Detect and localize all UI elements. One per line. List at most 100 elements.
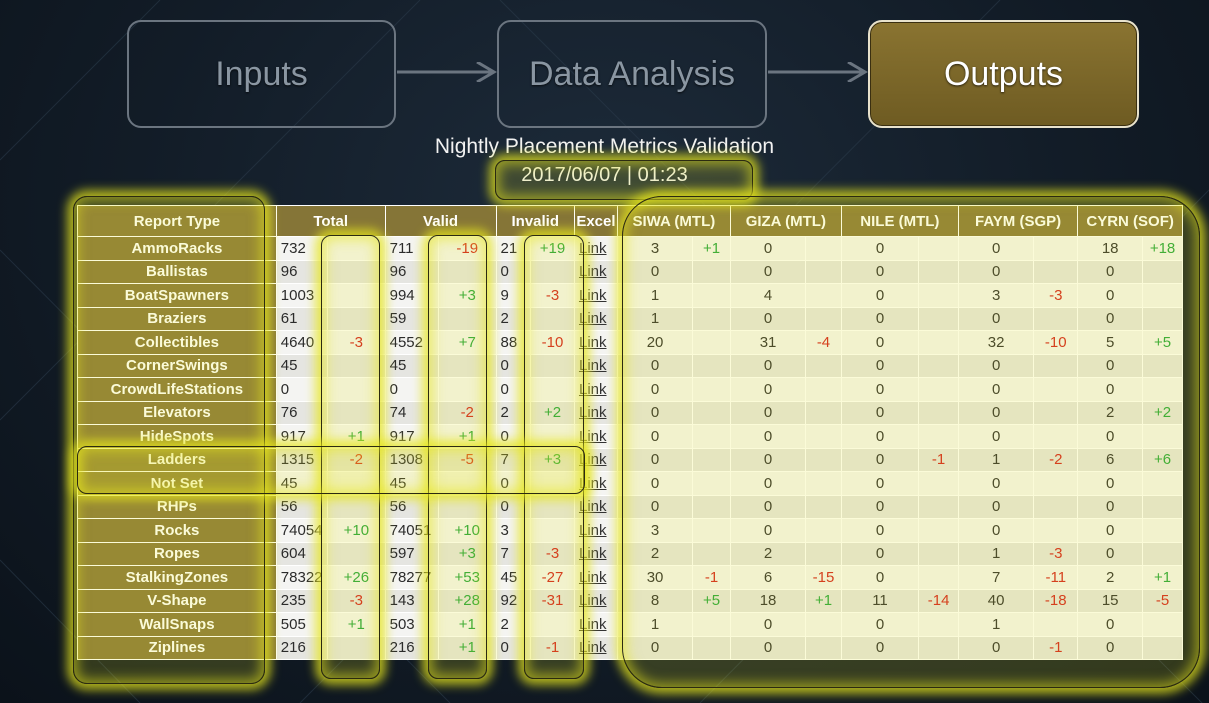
excel-link[interactable]: Link <box>573 447 618 472</box>
siwa-delta-cell <box>692 541 731 566</box>
invalid-delta-cell <box>530 471 575 496</box>
report-type-cell: WallSnaps <box>77 612 277 637</box>
total-cell: 45 <box>275 353 329 378</box>
siwa-cell: 0 <box>616 353 694 378</box>
excel-link[interactable]: Link <box>573 259 618 284</box>
col-report-type[interactable]: Report Type <box>77 205 277 237</box>
excel-link[interactable]: Link <box>573 541 618 566</box>
faym-cell: 0 <box>957 353 1035 378</box>
col-cyrn[interactable]: CYRN (SOF) <box>1077 205 1183 237</box>
nile-delta-cell <box>918 494 959 519</box>
excel-link[interactable]: Link <box>573 377 618 402</box>
nile-delta-cell <box>918 518 959 543</box>
report-date: 2017/06/07 | 01:23 <box>521 164 688 186</box>
total-delta-cell: +1 <box>327 612 386 637</box>
excel-link[interactable]: Link <box>573 565 618 590</box>
siwa-cell: 0 <box>616 424 694 449</box>
excel-link[interactable]: Link <box>573 330 618 355</box>
col-total[interactable]: Total <box>275 205 386 237</box>
col-giza[interactable]: GIZA (MTL) <box>729 205 842 237</box>
flow-step-data-analysis[interactable]: Data Analysis <box>497 20 767 128</box>
report-type-cell: Not Set <box>77 471 277 496</box>
siwa-cell: 20 <box>616 330 694 355</box>
nile-delta-cell <box>918 306 959 331</box>
flow-step-outputs[interactable]: Outputs <box>868 20 1139 128</box>
total-delta-cell <box>327 236 386 261</box>
table-row: Collectibles 4640 -3 4552 +7 88 -10 Link 20 31 -4 0… <box>77 330 1183 355</box>
excel-link[interactable]: Link <box>573 518 618 543</box>
siwa-delta-cell <box>692 494 731 519</box>
col-excel[interactable]: Excel <box>573 205 618 237</box>
invalid-cell: 0 <box>495 377 532 402</box>
invalid-delta-cell <box>530 424 575 449</box>
excel-link[interactable]: Link <box>573 353 618 378</box>
total-delta-cell <box>327 471 386 496</box>
col-faym[interactable]: FAYM (SGP) <box>957 205 1079 237</box>
giza-delta-cell <box>805 400 842 425</box>
invalid-cell: 45 <box>495 565 532 590</box>
table-row: CrowdLifeStations 0 0 0 Link 0 0 0 0 0 <box>77 377 1183 402</box>
report-type-cell: BoatSpawners <box>77 283 277 308</box>
cyrn-delta-cell <box>1142 494 1183 519</box>
invalid-cell: 7 <box>495 541 532 566</box>
excel-link[interactable]: Link <box>573 635 618 660</box>
invalid-delta-cell: -1 <box>530 635 575 660</box>
invalid-cell: 21 <box>495 236 532 261</box>
invalid-cell: 0 <box>495 471 532 496</box>
giza-cell: 0 <box>729 353 807 378</box>
col-siwa[interactable]: SIWA (MTL) <box>616 205 731 237</box>
report-type-cell: Elevators <box>77 400 277 425</box>
page-title: Nightly Placement Metrics Validation <box>434 135 775 158</box>
arrow-right-icon <box>397 62 497 82</box>
faym-delta-cell <box>1033 353 1079 378</box>
siwa-cell: 0 <box>616 259 694 284</box>
excel-link[interactable]: Link <box>573 471 618 496</box>
cyrn-cell: 0 <box>1077 635 1144 660</box>
invalid-cell: 3 <box>495 518 532 543</box>
excel-link[interactable]: Link <box>573 283 618 308</box>
nile-cell: 0 <box>840 330 920 355</box>
faym-cell: 1 <box>957 447 1035 472</box>
siwa-cell: 3 <box>616 518 694 543</box>
faym-cell: 3 <box>957 283 1035 308</box>
total-delta-cell <box>327 353 386 378</box>
excel-link[interactable]: Link <box>573 236 618 261</box>
faym-delta-cell <box>1033 400 1079 425</box>
giza-delta-cell <box>805 541 842 566</box>
valid-delta-cell: +7 <box>437 330 497 355</box>
flow-step-inputs[interactable]: Inputs <box>127 20 396 128</box>
excel-link[interactable]: Link <box>573 494 618 519</box>
total-cell: 505 <box>275 612 329 637</box>
total-delta-cell: -2 <box>327 447 386 472</box>
total-delta-cell: -3 <box>327 330 386 355</box>
nile-delta-cell <box>918 330 959 355</box>
faym-cell: 0 <box>957 306 1035 331</box>
siwa-delta-cell <box>692 259 731 284</box>
excel-link[interactable]: Link <box>573 400 618 425</box>
excel-link[interactable]: Link <box>573 424 618 449</box>
giza-cell: 0 <box>729 377 807 402</box>
table-row: Braziers 61 59 2 Link 1 0 0 0 0 <box>77 306 1183 331</box>
table-row: Rocks 74054 +10 74051 +10 3 Link 3 0 0 0 0 <box>77 518 1183 543</box>
excel-link[interactable]: Link <box>573 588 618 613</box>
siwa-delta-cell <box>692 306 731 331</box>
report-type-cell: RHPs <box>77 494 277 519</box>
col-nile[interactable]: NILE (MTL) <box>840 205 959 237</box>
invalid-delta-cell <box>530 377 575 402</box>
siwa-cell: 2 <box>616 541 694 566</box>
giza-cell: 0 <box>729 635 807 660</box>
excel-link[interactable]: Link <box>573 306 618 331</box>
invalid-cell: 7 <box>495 447 532 472</box>
col-invalid[interactable]: Invalid <box>495 205 575 237</box>
excel-link[interactable]: Link <box>573 612 618 637</box>
valid-cell: 74 <box>384 400 439 425</box>
nile-cell: 0 <box>840 635 920 660</box>
cyrn-delta-cell: -5 <box>1142 588 1183 613</box>
cyrn-cell: 0 <box>1077 306 1144 331</box>
col-valid[interactable]: Valid <box>384 205 497 237</box>
report-type-cell: V-Shape <box>77 588 277 613</box>
table-row: StalkingZones 78322 +26 78277 +53 45 -27 Link 30… <box>77 565 1183 590</box>
siwa-delta-cell <box>692 424 731 449</box>
faym-cell: 0 <box>957 518 1035 543</box>
valid-delta-cell <box>437 306 497 331</box>
